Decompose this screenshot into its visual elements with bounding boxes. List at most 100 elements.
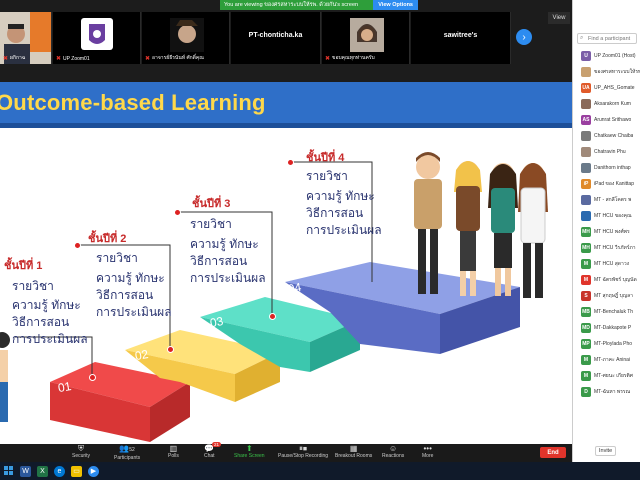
participant-name: MT HCU พงศ์พร <box>594 229 630 235</box>
file-explorer-icon[interactable]: ▭ <box>71 465 82 477</box>
edge-icon[interactable]: e <box>54 465 65 477</box>
chevron-right-icon[interactable]: › <box>516 29 532 45</box>
more-button[interactable]: ••• More <box>422 444 433 462</box>
avatar: D <box>581 387 591 397</box>
chat-button[interactable]: 💬 21 Chat <box>204 442 222 462</box>
step-line: ความรู้ ทักษะ <box>96 271 165 285</box>
windows-start-icon[interactable] <box>3 465 14 477</box>
step-label: ชั้นปีที่ 4 <box>306 152 345 164</box>
participant-row[interactable]: Danithorn inthap <box>573 160 640 176</box>
video-tile[interactable]: ✖ อาจารย์ธีรนันท์ ศักดิ์คุณ <box>142 12 230 64</box>
participant-row[interactable]: M MT-ศยนะ เกียรติศ <box>573 368 640 384</box>
step-label: ชั้นปีที่ 3 <box>192 198 231 210</box>
breakout-rooms-button[interactable]: ▦ Breakout Rooms <box>335 444 372 462</box>
step-number: 04 <box>286 279 303 297</box>
step-line: วิธีการสอน <box>306 206 364 220</box>
participant-name: MT-ศยนะ เกียรติศ <box>594 373 633 379</box>
step-line: ความรู้ ทักษะ <box>12 298 81 312</box>
participant-row[interactable]: ของศรสหาระบบให้รพ. <box>573 64 640 80</box>
step-marker <box>89 374 96 381</box>
participant-name: MT-Dakkapote P <box>594 325 632 331</box>
smile-icon: ☺ <box>389 444 398 453</box>
participant-search-input[interactable]: ⌕ Find a participant <box>577 33 637 44</box>
participant-name: MT-ภาคะ Aninai <box>594 357 631 363</box>
participant-name: Aksarakorn Kum <box>594 101 631 107</box>
share-screen-button[interactable]: ⬆ Share Screen <box>234 444 265 462</box>
avatar <box>581 195 591 205</box>
bar-chart-icon: ▥ <box>169 444 178 453</box>
participant-name: UP_AHS_Gomate <box>594 85 635 91</box>
security-button[interactable]: ⛨ Security <box>72 444 90 462</box>
mic-muted-icon: ✖ <box>145 55 151 62</box>
video-tile[interactable]: PT-chonticha.ka <box>231 12 321 64</box>
invite-button[interactable]: Invite <box>595 446 617 456</box>
zoom-icon[interactable]: ▶ <box>88 465 99 477</box>
participant-row[interactable]: iP iPad ของ Kanittap <box>573 176 640 192</box>
mic-muted-icon: ✖ <box>3 55 9 62</box>
participant-row[interactable]: M MT ฉัตรพัชร์ บุญนัด <box>573 272 640 288</box>
step-subject: รายวิชา <box>96 251 138 265</box>
participant-name: Chatravin Phu <box>594 149 626 155</box>
participant-row[interactable]: U UP Zoom01 (Host) <box>573 48 640 64</box>
chat-badge: 21 <box>212 442 222 447</box>
meeting-toolbar: ⛨ Security 👥52 Participants ▥ Polls 💬 21… <box>0 442 572 462</box>
mic-muted-icon: ✖ <box>325 55 331 62</box>
view-button[interactable]: View <box>548 12 570 24</box>
video-tile[interactable]: ✖ ขอบคุณทุกท่านครับ <box>322 12 410 64</box>
participant-row[interactable]: UA UP_AHS_Gomate <box>573 80 640 96</box>
zoom-meeting-window: You are viewing ของศรสหาระบบให้รพ. ด้วยก… <box>0 0 572 462</box>
step-line: วิธีการสอน <box>12 315 70 329</box>
step-label: ชั้นปีที่ 1 <box>4 260 43 272</box>
staircase-illustration <box>0 152 548 442</box>
video-tile[interactable]: sawitree's <box>411 12 511 64</box>
participant-name: MT-Benchaluk Th <box>594 309 634 315</box>
participant-row[interactable]: MB MT-Benchaluk Th <box>573 304 640 320</box>
avatar: MP <box>581 339 591 349</box>
step-marker <box>167 346 174 353</box>
participant-row[interactable]: MT HCU ของคุณ <box>573 208 640 224</box>
reactions-button[interactable]: ☺ Reactions <box>382 444 404 462</box>
participants-button[interactable]: 👥52 Participants <box>114 444 140 462</box>
avatar <box>581 99 591 109</box>
participant-row[interactable]: Aksarakorn Kum <box>573 96 640 112</box>
participant-row[interactable]: Chatravin Phu <box>573 144 640 160</box>
end-meeting-button[interactable]: End <box>540 447 566 458</box>
participant-name: MT-Ploylada Pho <box>594 341 633 347</box>
participant-name: MT สุกฤษฎิ์ บุญลา <box>594 293 633 299</box>
avatar: AS <box>581 115 591 125</box>
participant-row[interactable]: M MT HCU สุดาวง <box>573 256 640 272</box>
participant-row[interactable]: MD MT-Dakkapote P <box>573 320 640 336</box>
view-options-button[interactable]: View Options <box>373 0 418 10</box>
participant-row[interactable]: Chatkaew Chaiba <box>573 128 640 144</box>
gallery-strip: ✖ ผกิกาฉ ✖ UP Zoom01 ✖ อาจารย์ธีรนันท์ ศักด <box>0 12 540 64</box>
step-line: วิธีการสอน <box>190 254 248 268</box>
ellipsis-icon: ••• <box>423 444 432 453</box>
participant-row[interactable]: MT - สกลีโคตร พ <box>573 192 640 208</box>
participant-row[interactable]: D MT-ฉันหา พรรณ <box>573 384 640 400</box>
word-icon[interactable]: W <box>20 465 31 477</box>
participant-row[interactable]: S MT สุกฤษฎิ์ บุญลา <box>573 288 640 304</box>
recording-button[interactable]: ⏸⏹ Pause/Stop Recording <box>278 444 328 462</box>
video-tile[interactable]: ✖ ผกิกาฉ <box>0 12 52 64</box>
tile-name: ✖ ผกิกาฉ <box>3 55 26 62</box>
avatar: MD <box>581 323 591 333</box>
participant-name: MT ฉัตรพัชร์ บุญนัด <box>594 277 637 283</box>
avatar <box>581 211 591 221</box>
participant-row[interactable]: MH MT HCU วีรภัทร์ภา <box>573 240 640 256</box>
polls-button[interactable]: ▥ Polls <box>168 444 179 462</box>
step-line: การประเมินผล <box>12 332 88 346</box>
participant-row[interactable]: MP MT-Ploylada Pho <box>573 336 640 352</box>
step-marker <box>269 313 276 320</box>
excel-icon[interactable]: X <box>37 465 48 477</box>
video-tile[interactable]: ✖ UP Zoom01 <box>53 12 141 64</box>
step-label: ชั้นปีที่ 2 <box>88 233 127 245</box>
step-line: การประเมินผล <box>306 223 382 237</box>
participant-row[interactable]: M MT-ภาคะ Aninai <box>573 352 640 368</box>
participant-row[interactable]: AS Arunrat Srithawo <box>573 112 640 128</box>
windows-taskbar: W X e ▭ ▶ <box>0 462 640 480</box>
participant-name: MT HCU วีรภัทร์ภา <box>594 245 636 251</box>
step-number: 03 <box>208 313 225 331</box>
participant-name: MT - สกลีโคตร พ <box>594 197 632 203</box>
participant-row[interactable]: MH MT HCU พงศ์พร <box>573 224 640 240</box>
participant-name: MT-ฉันหา พรรณ <box>594 389 631 395</box>
